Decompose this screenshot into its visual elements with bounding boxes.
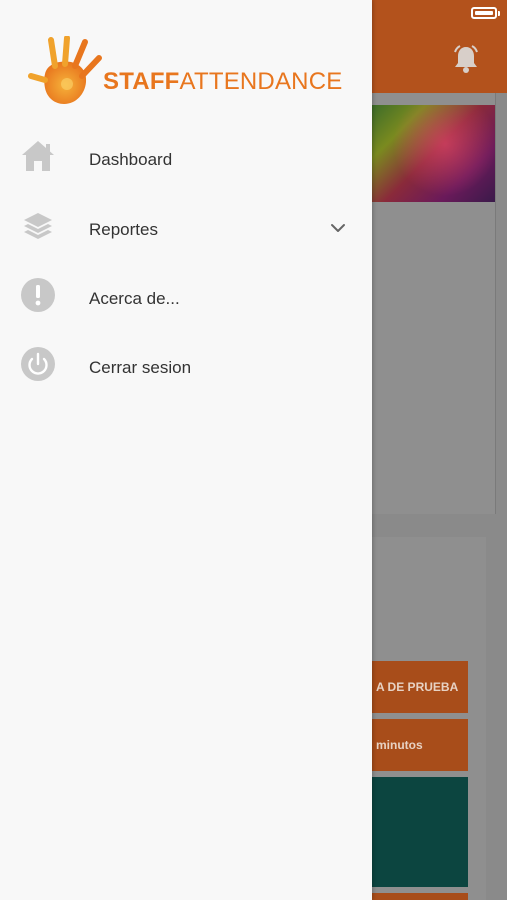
menu-item-label: Dashboard (89, 150, 173, 169)
info-icon (21, 278, 55, 312)
menu-item-acerca[interactable]: Acerca de... (0, 265, 372, 325)
test-button[interactable]: A DE PRUEBA (370, 661, 468, 713)
staff-attendance-logo: STAFFATTENDANCE (27, 36, 347, 112)
banner-image (370, 105, 495, 202)
menu-item-cerrar-sesion[interactable]: Cerrar sesion (0, 334, 372, 394)
menu-item-dashboard[interactable]: Dashboard (0, 126, 372, 186)
menu-item-reportes[interactable]: Reportes (0, 196, 372, 256)
power-icon (21, 347, 55, 381)
menu-item-label: Reportes (89, 220, 158, 239)
navigation-drawer: STAFFATTENDANCE Dashboard Reportes Acerc… (0, 0, 372, 900)
hand-logo-icon (28, 36, 102, 104)
bell-icon[interactable] (452, 44, 480, 74)
logo-text: STAFFATTENDANCE (103, 68, 342, 96)
chevron-down-icon[interactable] (330, 222, 346, 234)
home-icon (22, 141, 54, 171)
menu-item-label: Acerca de... (89, 289, 180, 308)
teal-panel (370, 777, 468, 887)
orange-button[interactable] (370, 893, 468, 900)
logo-text-staff: STAFF (103, 68, 180, 95)
minutes-button[interactable]: minutos (370, 719, 468, 771)
logo-text-attendance: ATTENDANCE (179, 68, 343, 95)
layers-icon (24, 213, 52, 239)
menu-item-label: Cerrar sesion (89, 358, 192, 377)
battery-icon (471, 7, 500, 19)
